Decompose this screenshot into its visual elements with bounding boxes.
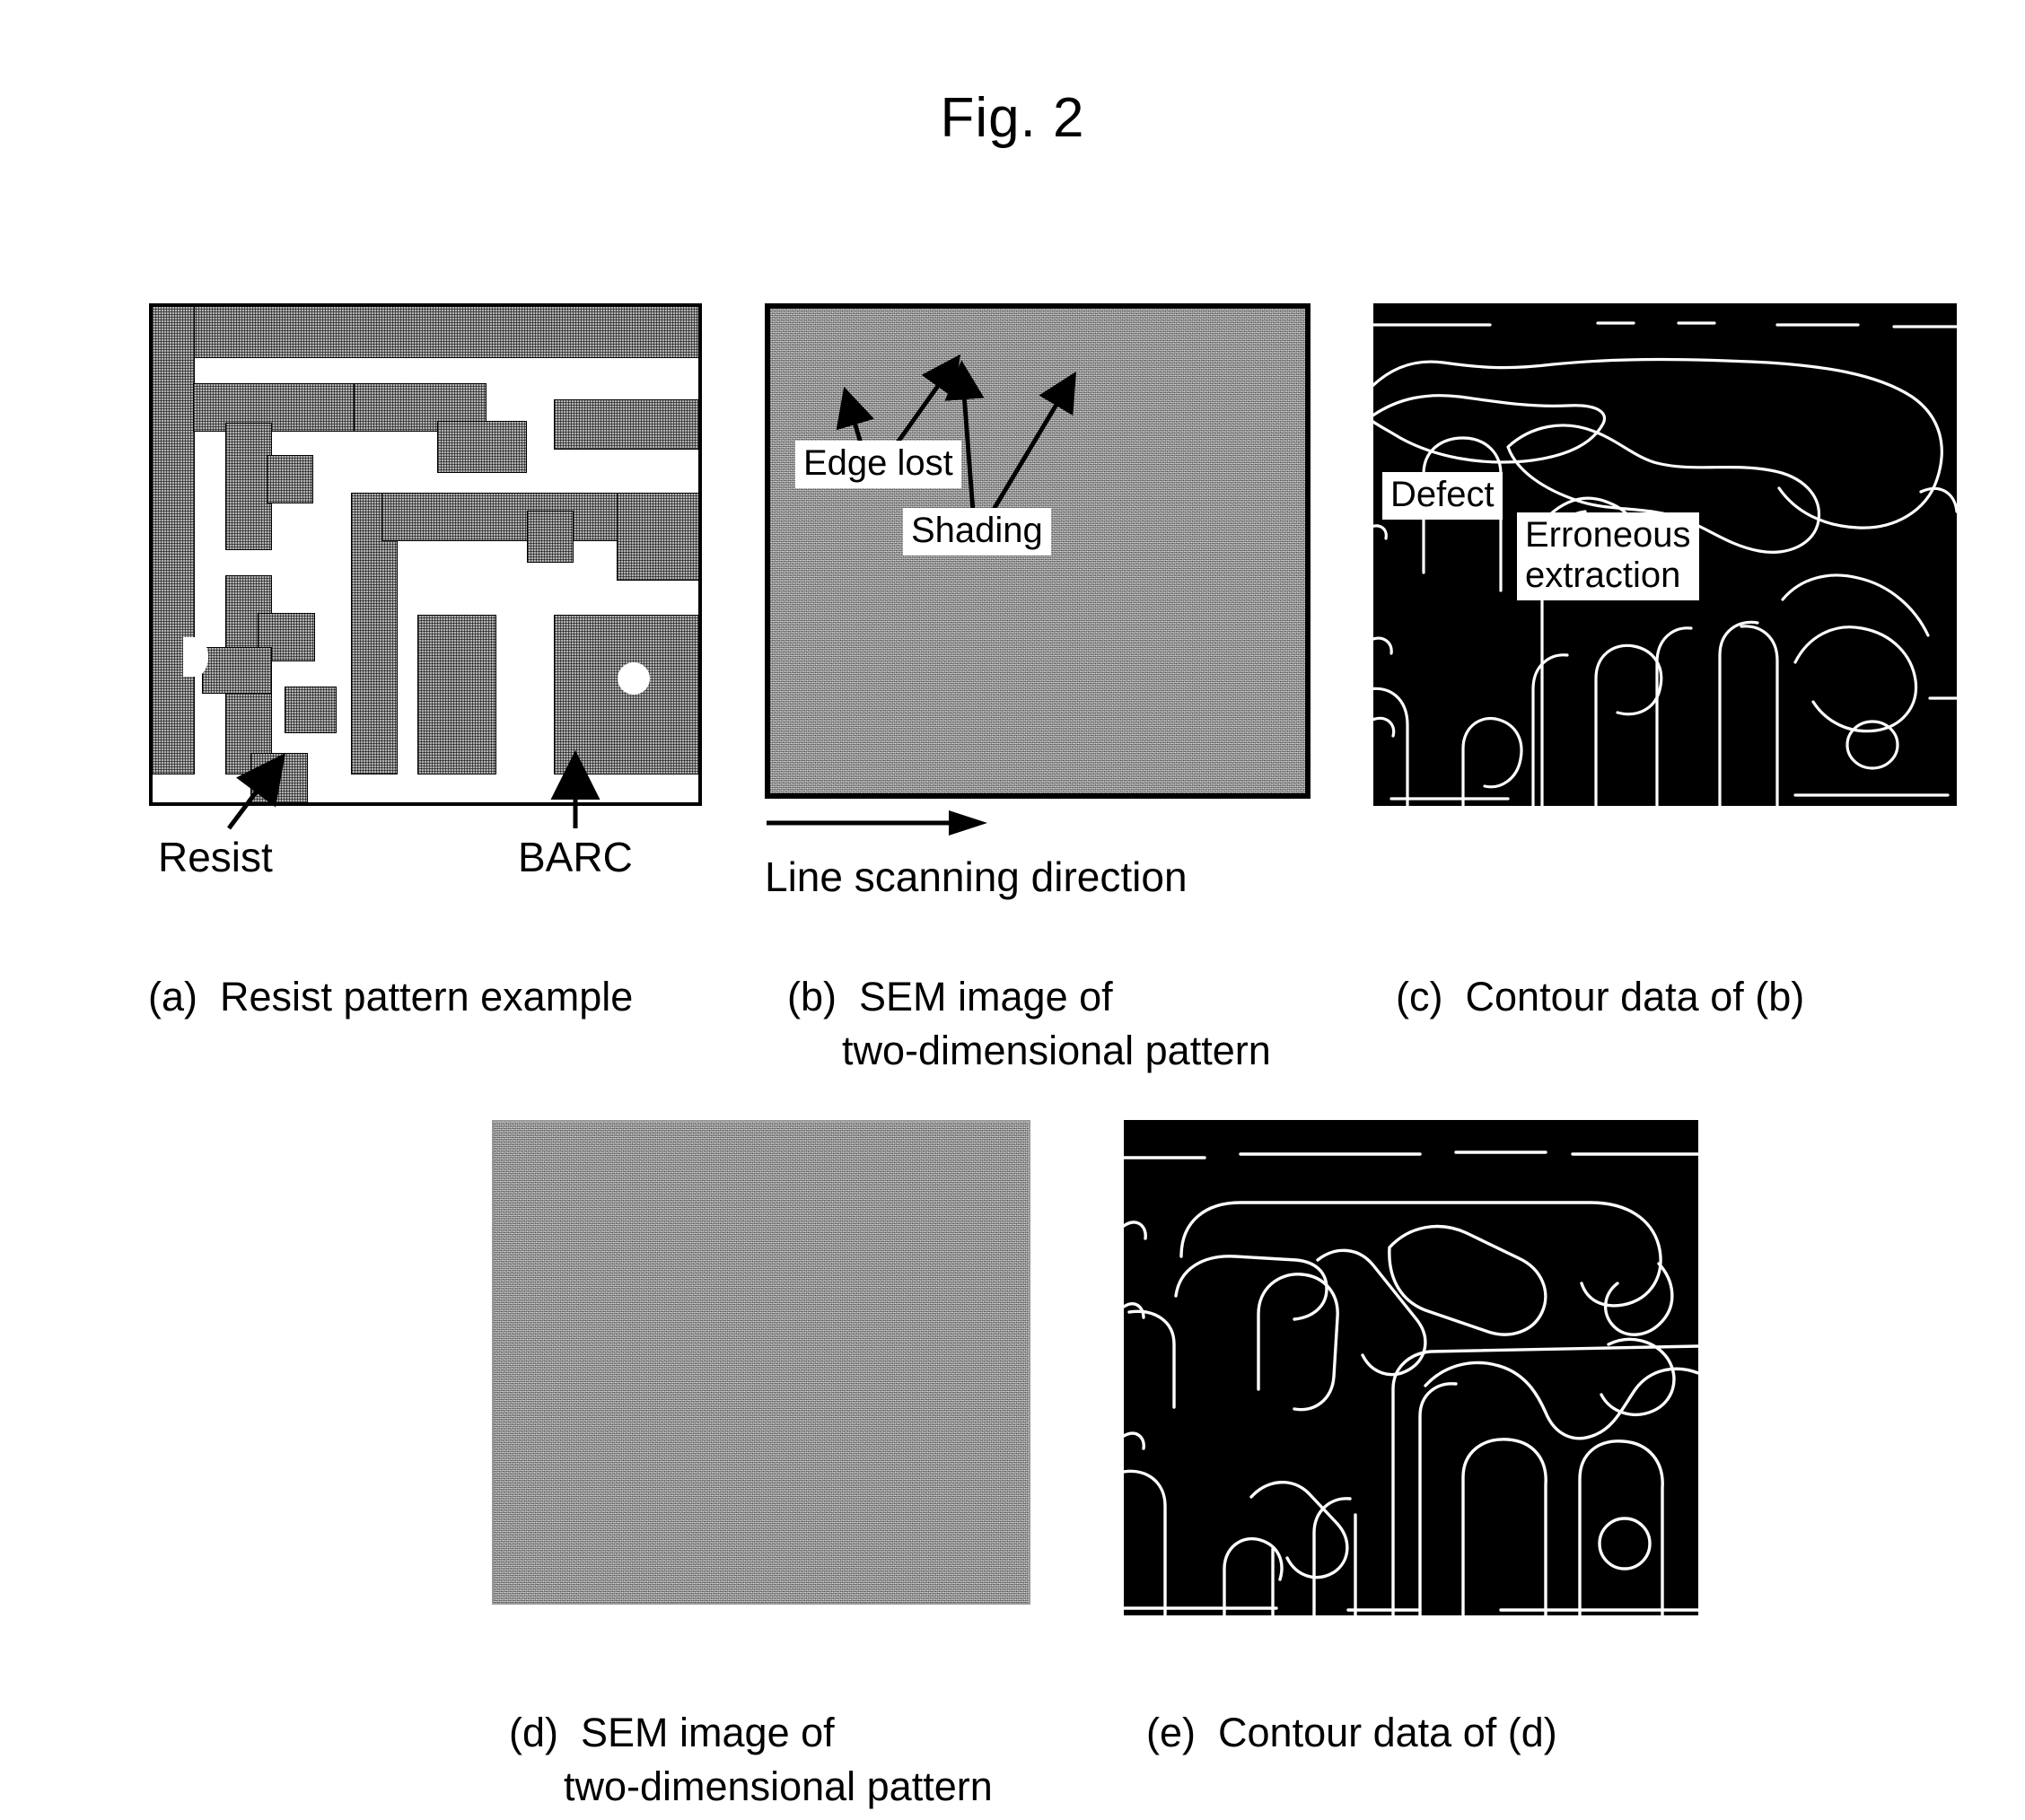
resist-region	[153, 307, 698, 358]
caption-tag-a: (a)	[148, 974, 198, 1020]
caption-text-a: Resist pattern example	[220, 974, 634, 1020]
caption-text-d-line1: SEM image of	[581, 1710, 835, 1756]
callout-defect: Defect	[1382, 472, 1503, 520]
caption-panel-d: (d) SEM image of two-dimensional pattern	[487, 1653, 993, 1813]
caption-panel-c: (c) Contour data of (b)	[1373, 917, 1804, 1024]
resist-region	[285, 687, 337, 733]
resist-region	[193, 383, 362, 432]
resist-region	[202, 647, 272, 694]
callout-erroneous-line2: extraction	[1525, 555, 1681, 595]
callout-erroneous-extraction: Erroneous extraction	[1517, 512, 1699, 600]
resist-region	[554, 399, 698, 450]
resist-region	[527, 511, 574, 563]
callout-shading: Shading	[903, 508, 1051, 556]
caption-tag-e: (e)	[1146, 1710, 1197, 1756]
resist-region	[267, 455, 313, 503]
barc-contact-hole	[618, 662, 650, 695]
caption-tag-c: (c)	[1396, 974, 1443, 1020]
resist-region	[617, 493, 698, 581]
panel-c-contour-image: Defect Erroneous extraction	[1373, 303, 1957, 806]
callout-erroneous-line1: Erroneous	[1525, 515, 1691, 555]
caption-text-e: Contour data of (d)	[1218, 1710, 1557, 1756]
label-line-scanning-direction: Line scanning direction	[765, 853, 1188, 900]
caption-text-c: Contour data of (b)	[1465, 974, 1805, 1020]
panel-d-sem-image	[492, 1120, 1030, 1605]
caption-panel-e: (e) Contour data of (d)	[1124, 1653, 1557, 1760]
line-scanning-direction-arrow	[767, 810, 987, 836]
barc-edge-notch	[183, 637, 208, 677]
resist-region	[153, 307, 195, 774]
page-title: Fig. 2	[940, 87, 1085, 149]
resist-region	[225, 423, 272, 550]
caption-panel-a: (a) Resist pattern example	[126, 917, 633, 1024]
caption-text-b-line2: two-dimensional pattern	[842, 1027, 1271, 1073]
resist-region	[554, 615, 698, 774]
resist-region	[437, 421, 527, 473]
label-barc: BARC	[518, 834, 633, 880]
caption-tag-b: (b)	[787, 974, 837, 1020]
label-resist: Resist	[158, 834, 273, 880]
contour-paths-e	[1124, 1151, 1698, 1615]
resist-region	[250, 753, 308, 802]
panel-b-sem-image: Edge lost Shading	[765, 303, 1311, 799]
panel-e-contour-image	[1124, 1120, 1698, 1615]
caption-tag-d: (d)	[509, 1710, 559, 1756]
caption-panel-b: (b) SEM image of two-dimensional pattern	[765, 917, 1271, 1077]
panel-a-resist-pattern-image	[149, 303, 702, 806]
caption-text-d-line2: two-dimensional pattern	[564, 1763, 993, 1809]
resist-region	[417, 615, 496, 774]
caption-text-b-line1: SEM image of	[859, 974, 1113, 1020]
callout-edge-lost: Edge lost	[795, 441, 961, 488]
